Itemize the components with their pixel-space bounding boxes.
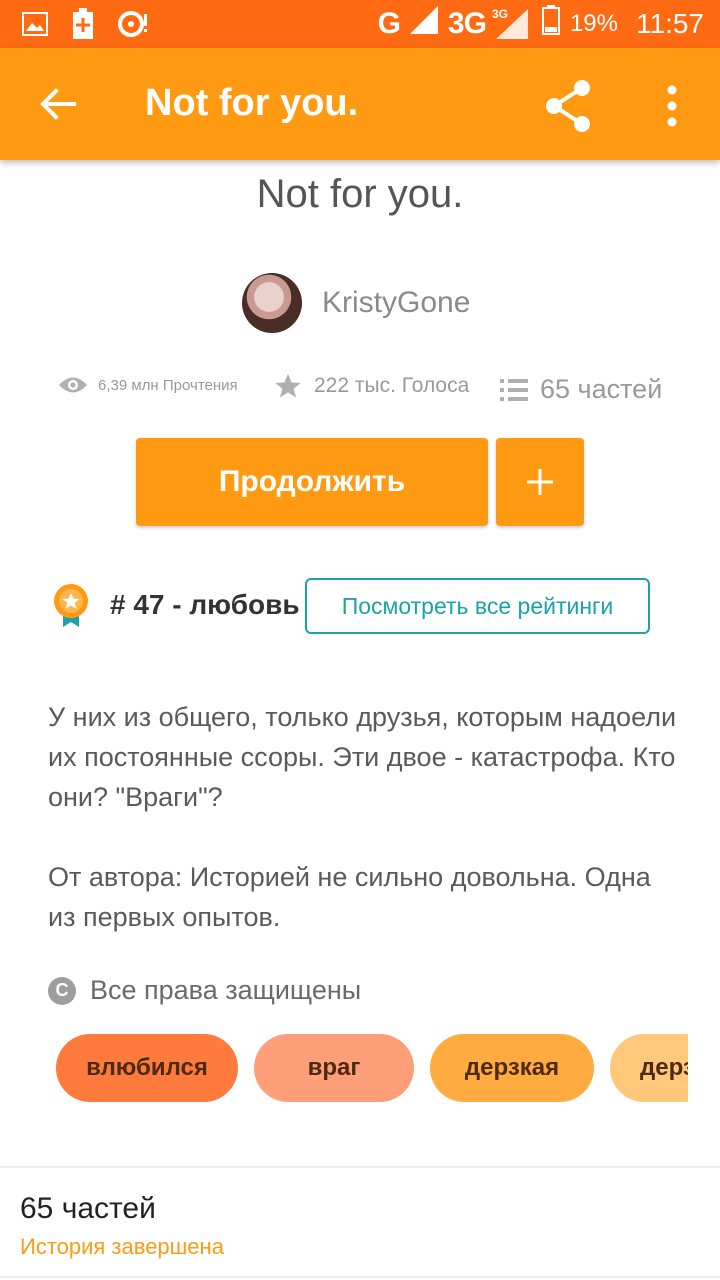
eye-icon	[59, 377, 87, 393]
author-note-paragraph: От автора: Историей не сильно довольна. …	[48, 862, 651, 932]
signal-icon	[409, 6, 438, 41]
section-divider	[0, 1166, 720, 1168]
battery-percent: 19%	[569, 9, 618, 37]
battery-saver-icon	[72, 8, 94, 45]
list-icon	[500, 378, 528, 401]
copyright-text: Все права защищены	[90, 975, 362, 1005]
author-name: KristyGone	[322, 286, 471, 319]
network-type-label-2: 3G	[447, 6, 487, 40]
story-status: История завершена	[20, 1234, 224, 1259]
medal-icon	[54, 584, 88, 627]
tag-chip[interactable]: дерзкая	[430, 1034, 594, 1102]
copyright-notice: C Все права защищены	[48, 975, 361, 1006]
reads-stat: 6,39 млн Прочтения	[58, 374, 238, 396]
network-type-label: G	[377, 6, 401, 40]
parts-stat: 65 частей	[500, 374, 662, 405]
battery-icon	[541, 5, 560, 42]
ranking-badge: # 47 - любовь	[50, 582, 300, 628]
tag-list: влюбился враг дерзкая дерзкий	[56, 1034, 688, 1102]
tag-label: дерзкая	[464, 1054, 560, 1081]
section-divider-bottom	[0, 1276, 720, 1278]
parts-count-stat: 65 частей	[540, 374, 663, 404]
network-badge-label: 3G	[491, 6, 508, 21]
clock: 11:57	[636, 7, 704, 39]
tag-chip[interactable]: дерзкий	[610, 1034, 688, 1102]
sync-alert-icon	[118, 10, 150, 43]
view-all-rankings-button[interactable]: Посмотреть все рейтинги	[305, 578, 650, 634]
tag-label: дерзкий	[640, 1054, 688, 1081]
back-button[interactable]	[32, 78, 84, 130]
share-button[interactable]	[540, 78, 596, 134]
app-bar-title: Not for you.	[145, 82, 359, 124]
votes-count: 222 тыс. Голоса	[314, 374, 470, 397]
copyright-icon: C	[48, 976, 76, 1005]
tag-label: враг	[307, 1054, 361, 1081]
app-bar: Not for you.	[0, 48, 720, 160]
story-stats: 6,39 млн Прочтения 222 тыс. Голоса 65 ча…	[58, 370, 668, 410]
add-to-library-button[interactable]	[496, 438, 584, 526]
votes-stat: 222 тыс. Голоса	[274, 372, 469, 400]
description-paragraph: У них из общего, только друзья, которым …	[48, 702, 677, 812]
ranking-text: # 47 - любовь	[110, 589, 300, 620]
more-vertical-icon	[667, 85, 677, 127]
story-title: Not for you.	[256, 172, 464, 216]
plus-icon	[527, 469, 553, 495]
story-description: У них из общего, только друзья, которым …	[48, 697, 678, 977]
author-link[interactable]: KristyGone	[242, 273, 470, 333]
arrow-left-icon	[40, 88, 76, 120]
continue-reading-button[interactable]: Продолжить	[136, 438, 488, 526]
gallery-notification-icon	[22, 12, 48, 41]
tag-chip[interactable]: влюбился	[56, 1034, 238, 1102]
share-icon	[546, 80, 590, 132]
status-bar: G 3G 3G 19% 11:57	[0, 0, 720, 48]
reads-count: 6,39 млн Прочтения	[98, 376, 238, 394]
tag-chip[interactable]: враг	[254, 1034, 414, 1102]
overflow-menu-button[interactable]	[652, 78, 692, 134]
star-icon	[275, 373, 301, 398]
tag-label: влюбился	[86, 1054, 208, 1081]
parts-count[interactable]: 65 частей	[20, 1192, 156, 1226]
avatar	[242, 273, 302, 333]
signal-icon-2: 3G	[492, 7, 532, 39]
